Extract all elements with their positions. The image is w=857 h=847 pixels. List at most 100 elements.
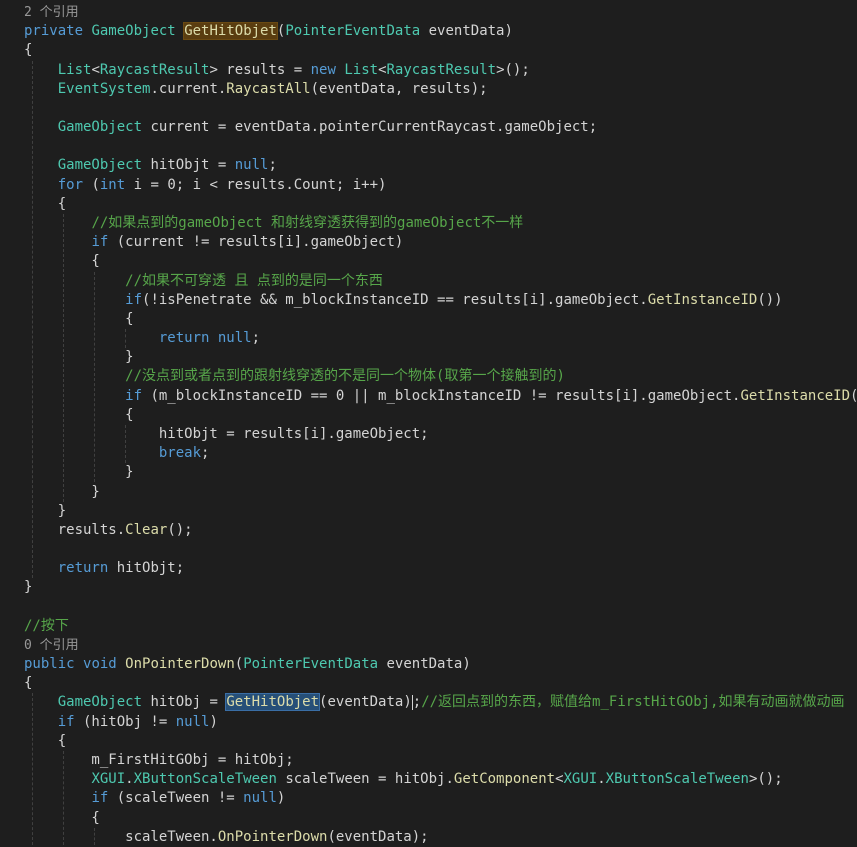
code-editor[interactable]: 2 个引用 private GameObject GetHitObjet(Poin… — [0, 0, 857, 845]
code-token: ()) — [757, 291, 783, 308]
code-token: RaycastAll — [226, 80, 311, 97]
code-token: void — [83, 656, 117, 673]
code-token: (m_blockInstanceID == 0 || m_blockInstan… — [142, 387, 741, 404]
codelens-references[interactable]: 2 个引用 — [24, 3, 79, 22]
code-token: ; — [201, 445, 210, 462]
code-token: GetComponent — [453, 771, 556, 788]
code-token: new — [310, 61, 336, 78]
code-token: ; — [268, 157, 277, 174]
code-line: EventSystem.current.RaycastAll(eventData… — [24, 80, 488, 99]
code-token: RaycastResult — [386, 61, 497, 78]
code-token: eventData) — [378, 656, 471, 673]
code-token: hitObjt = — [142, 157, 235, 174]
code-token: (!isPenetrate && m_blockInstanceID == re… — [142, 291, 648, 308]
code-token: hitObj = — [142, 694, 227, 711]
code-token: null — [243, 790, 277, 807]
code-line: public void OnPointerDown(PointerEventDa… — [24, 655, 471, 674]
code-token: < — [91, 61, 100, 78]
code-token: } — [24, 483, 100, 500]
code-token: { — [24, 809, 100, 826]
code-line: { — [24, 252, 100, 271]
code-token: (hitObj != — [74, 713, 176, 730]
code-token: { — [24, 253, 100, 270]
code-line: GameObject hitObjt = null; — [24, 156, 277, 175]
codelens-text[interactable]: 2 个引用 — [24, 5, 79, 20]
code-token: ) — [209, 713, 218, 730]
code-line: if (scaleTween != null) — [24, 789, 285, 808]
codelens-text[interactable]: 0 个引用 — [24, 638, 79, 653]
code-token: if — [125, 387, 143, 404]
code-token: } — [24, 464, 134, 481]
code-token: GameObject — [91, 23, 176, 40]
code-token: . — [125, 771, 134, 788]
code-line: //如果不可穿透 且 点到的是同一个东西 — [24, 272, 383, 291]
code-token: if — [57, 713, 75, 730]
code-line: break; — [24, 444, 210, 463]
code-line: { — [24, 674, 32, 693]
code-comment: //没点到或者点到的跟射线穿透的不是同一个物体(取第一个接触到的) — [125, 368, 565, 385]
code-line: } — [24, 348, 133, 367]
code-token: XGUI — [91, 771, 126, 788]
code-token: if — [91, 234, 109, 251]
code-token: hitObjt = results[i].gameObject; — [24, 425, 429, 442]
code-token: i = 0; i < results.Count; i++) — [125, 176, 387, 193]
code-line: List<RaycastResult> results = new List<R… — [24, 61, 530, 80]
code-token: OnPointerDown — [125, 656, 235, 673]
code-line: GameObject current = eventData.pointerCu… — [24, 118, 597, 137]
code-token: null — [175, 713, 210, 730]
code-line: return null; — [24, 329, 260, 348]
code-token: (eventData, results); — [310, 80, 488, 97]
code-token: hitObjt; — [108, 560, 185, 577]
code-line: { — [24, 195, 66, 214]
code-token: ()) — [850, 388, 857, 404]
code-token: ( — [234, 656, 244, 673]
highlighted-symbol: GetHitObjet — [225, 693, 321, 712]
code-token: . — [597, 771, 606, 788]
code-token: Clear — [125, 521, 168, 538]
code-token: return — [57, 560, 109, 577]
code-token: m_FirstHitGObj = hitObj; — [24, 752, 294, 769]
code-line: GameObject hitObj = GetHitObjet(eventDat… — [24, 693, 844, 712]
code-token: } — [24, 502, 67, 519]
code-token: public — [24, 656, 75, 673]
code-token: current = eventData.pointerCurrentRaycas… — [142, 119, 598, 136]
code-line: if (current != results[i].gameObject) — [24, 233, 403, 252]
code-token: break — [158, 445, 202, 462]
code-token: GameObject — [57, 119, 143, 136]
code-line: //如果点到的gameObject 和射线穿透获得到的gameObject不一样 — [24, 214, 523, 233]
code-token: (current != results[i].gameObject) — [108, 234, 404, 251]
code-token: GameObject — [57, 157, 143, 174]
code-token: return — [158, 330, 210, 347]
code-line: m_FirstHitGObj = hitObj; — [24, 751, 294, 770]
code-token: < — [555, 771, 564, 788]
code-line: } — [24, 463, 134, 482]
code-token: { — [24, 406, 134, 423]
code-token: { — [24, 675, 33, 692]
code-token: RaycastResult — [99, 61, 210, 78]
code-token: XButtonScaleTween — [605, 771, 749, 788]
code-token: { — [24, 42, 33, 59]
code-comment: //按下 — [24, 617, 69, 634]
code-token: (); — [167, 521, 193, 538]
codelens-references[interactable]: 0 个引用 — [24, 636, 79, 655]
code-token: List — [344, 61, 379, 78]
code-token: for — [57, 176, 84, 193]
highlighted-symbol: GetHitObjet — [183, 22, 278, 41]
code-line: if (hitObj != null) — [24, 713, 218, 732]
code-token: if — [91, 790, 109, 807]
code-line: private GameObject GetHitObjet(PointerEv… — [24, 22, 513, 41]
code-line: if (m_blockInstanceID == 0 || m_blockIns… — [24, 387, 857, 406]
